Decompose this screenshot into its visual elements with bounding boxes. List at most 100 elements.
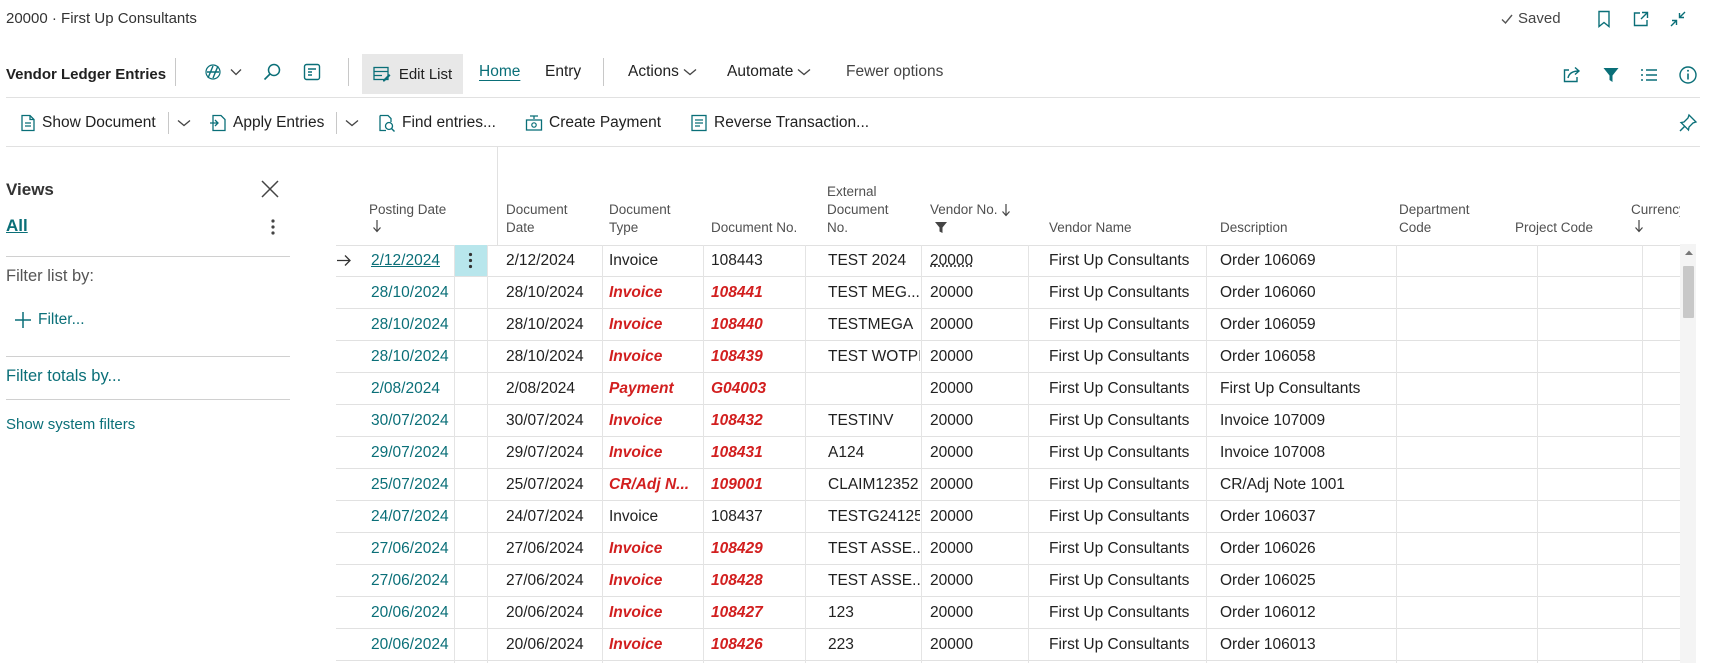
cell-posting[interactable]: 28/10/2024 bbox=[371, 341, 454, 372]
show-document-button[interactable]: Show Document bbox=[20, 104, 191, 142]
chevron-down-icon bbox=[683, 68, 697, 76]
collapse-icon[interactable] bbox=[1667, 8, 1689, 30]
table-row[interactable]: 28/10/2024 28/10/2024 Invoice 108441 TEST ME… bbox=[336, 277, 1680, 309]
apply-entries-button[interactable]: Apply Entries bbox=[209, 104, 359, 142]
col-header-posting-date[interactable]: Posting Date bbox=[369, 201, 446, 233]
cell-doctype: Invoice bbox=[609, 508, 659, 525]
cell-posting[interactable]: 2/12/2024 bbox=[371, 245, 454, 276]
cell-desc: Invoice 107009 bbox=[1220, 412, 1326, 429]
copilot-menu-button[interactable] bbox=[200, 56, 246, 88]
cell-posting[interactable]: 20/06/2024 bbox=[371, 597, 454, 628]
cell-posting[interactable]: 28/10/2024 bbox=[371, 309, 454, 340]
table-row[interactable]: 20/06/2024 20/06/2024 Invoice 108426 223 2000… bbox=[336, 629, 1680, 661]
scrollbar-thumb[interactable] bbox=[1683, 266, 1694, 318]
tab-home[interactable]: Home bbox=[475, 56, 524, 88]
bookmark-icon[interactable] bbox=[1593, 8, 1615, 30]
edit-list-button[interactable]: Edit List bbox=[362, 54, 463, 94]
analysis-mode-button[interactable] bbox=[298, 56, 326, 88]
table-row[interactable]: 30/07/2024 30/07/2024 Invoice 108432 TESTINV… bbox=[336, 405, 1680, 437]
col-header-currency-code[interactable]: Currency Co bbox=[1631, 201, 1680, 233]
row-actions-button[interactable] bbox=[454, 405, 487, 436]
row-actions-button[interactable] bbox=[454, 469, 487, 500]
row-actions-button[interactable] bbox=[454, 565, 487, 596]
column-divider bbox=[454, 245, 455, 663]
close-icon[interactable] bbox=[259, 178, 281, 200]
table-row[interactable]: 25/07/2024 25/07/2024 CR/Adj N... 109001 CLA… bbox=[336, 469, 1680, 501]
row-actions-button[interactable] bbox=[454, 437, 487, 468]
cell-posting[interactable]: 27/06/2024 bbox=[371, 565, 454, 596]
info-icon[interactable] bbox=[1677, 64, 1699, 86]
cell-vendor: 20000 bbox=[930, 476, 974, 493]
row-actions-button[interactable] bbox=[454, 277, 487, 308]
filter-totals-link[interactable]: Filter totals by... bbox=[6, 367, 121, 386]
col-header-project-code[interactable]: Project Code bbox=[1515, 219, 1593, 237]
row-actions-button[interactable] bbox=[454, 309, 487, 340]
create-payment-button[interactable]: Create Payment bbox=[525, 104, 661, 142]
cell-posting[interactable]: 24/07/2024 bbox=[371, 501, 454, 532]
divider bbox=[6, 256, 290, 257]
add-filter-button[interactable]: Filter... bbox=[14, 311, 85, 329]
list-view-icon[interactable] bbox=[1638, 64, 1660, 86]
cell-posting[interactable]: 25/07/2024 bbox=[371, 469, 454, 500]
table-row[interactable]: 27/06/2024 27/06/2024 Invoice 108429 TEST AS… bbox=[336, 533, 1680, 565]
show-system-filters-link[interactable]: Show system filters bbox=[6, 416, 135, 433]
actions-menu-button[interactable]: Actions bbox=[624, 56, 701, 88]
col-header-document-type[interactable]: Document Type bbox=[609, 201, 671, 237]
row-actions-button[interactable] bbox=[454, 597, 487, 628]
row-actions-button[interactable] bbox=[454, 629, 487, 660]
table-row[interactable]: 28/10/2024 28/10/2024 Invoice 108440 TESTMEG… bbox=[336, 309, 1680, 341]
cell-doctype: Invoice bbox=[609, 572, 663, 589]
filter-icon[interactable] bbox=[1600, 64, 1622, 86]
find-entries-button[interactable]: Find entries... bbox=[378, 104, 496, 142]
row-actions-button[interactable] bbox=[454, 501, 487, 532]
cell-desc: Order 106069 bbox=[1220, 252, 1316, 269]
unpin-icon[interactable] bbox=[1677, 112, 1699, 134]
cell-posting[interactable]: 30/07/2024 bbox=[371, 405, 454, 436]
row-actions-button[interactable] bbox=[454, 341, 487, 372]
table-row[interactable]: 29/07/2024 29/07/2024 Invoice 108431 A124 200… bbox=[336, 437, 1680, 469]
col-header-document-no[interactable]: Document No. bbox=[711, 219, 797, 237]
cell-doctype: Invoice bbox=[609, 252, 659, 269]
table-row[interactable]: 2/12/2024 2/12/2024 Invoice 108443 TEST 2024… bbox=[336, 245, 1680, 277]
search-button[interactable] bbox=[258, 56, 286, 88]
cell-posting[interactable]: 29/07/2024 bbox=[371, 437, 454, 468]
table-row[interactable]: 2/08/2024 2/08/2024 Payment G04003 20000 Firs… bbox=[336, 373, 1680, 405]
cell-posting[interactable]: 28/10/2024 bbox=[371, 277, 454, 308]
fewer-options-button[interactable]: Fewer options bbox=[842, 56, 947, 88]
table-row[interactable]: 28/10/2024 28/10/2024 Invoice 108439 TEST WO… bbox=[336, 341, 1680, 373]
view-all-link[interactable]: All bbox=[6, 216, 28, 236]
col-header-vendor-no[interactable]: Vendor No. bbox=[930, 201, 1011, 234]
col-header-external-document-no[interactable]: External Document No. bbox=[827, 183, 889, 237]
checkmark-icon bbox=[1500, 12, 1514, 26]
cell-posting[interactable]: 27/06/2024 bbox=[371, 533, 454, 564]
col-header-description[interactable]: Description bbox=[1220, 219, 1288, 237]
col-header-department-code[interactable]: Department Code bbox=[1399, 201, 1470, 237]
analysis-icon bbox=[302, 62, 322, 82]
chevron-down-icon[interactable] bbox=[336, 112, 359, 134]
divider bbox=[348, 58, 349, 86]
cell-docno: 108431 bbox=[711, 444, 763, 461]
column-divider bbox=[703, 245, 704, 663]
table-row[interactable]: 24/07/2024 24/07/2024 Invoice 108437 TESTG24… bbox=[336, 501, 1680, 533]
open-new-window-icon[interactable] bbox=[1630, 8, 1652, 30]
cell-docno: 108440 bbox=[711, 316, 763, 333]
cell-posting[interactable]: 20/06/2024 bbox=[371, 629, 454, 660]
reverse-transaction-button[interactable]: Reverse Transaction... bbox=[690, 104, 869, 142]
scroll-up-arrow-icon[interactable] bbox=[1684, 249, 1694, 256]
row-actions-button[interactable] bbox=[454, 533, 487, 564]
tab-entry[interactable]: Entry bbox=[541, 56, 585, 88]
col-header-vendor-name[interactable]: Vendor Name bbox=[1049, 219, 1132, 237]
chevron-down-icon[interactable] bbox=[167, 112, 191, 134]
row-actions-button[interactable] bbox=[454, 245, 487, 276]
share-icon[interactable] bbox=[1561, 64, 1583, 86]
table-row[interactable]: 27/06/2024 27/06/2024 Invoice 108428 TEST AS… bbox=[336, 565, 1680, 597]
row-actions-button[interactable] bbox=[454, 373, 487, 404]
col-header-document-date[interactable]: Document Date bbox=[506, 201, 568, 237]
column-divider bbox=[1028, 245, 1029, 663]
more-options-icon[interactable] bbox=[262, 216, 284, 238]
cell-posting[interactable]: 2/08/2024 bbox=[371, 373, 454, 404]
automate-menu-button[interactable]: Automate bbox=[723, 56, 815, 88]
cell-docno: 108441 bbox=[711, 284, 763, 301]
table-row[interactable]: 20/06/2024 20/06/2024 Invoice 108427 123 2000… bbox=[336, 597, 1680, 629]
divider bbox=[497, 147, 498, 245]
